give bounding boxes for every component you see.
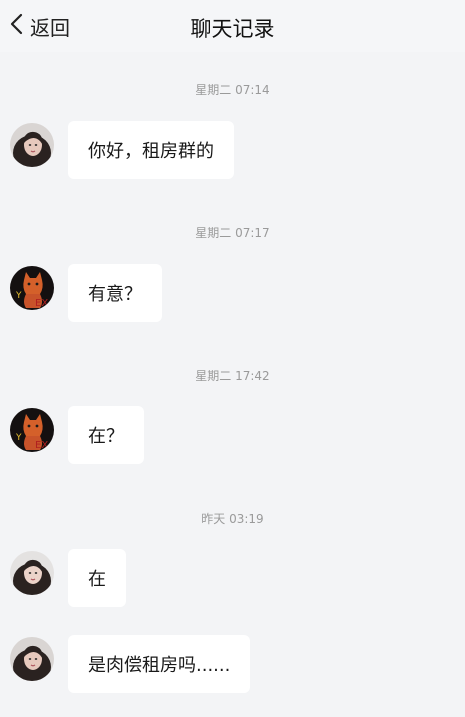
cat-avatar[interactable]: Y EX <box>10 408 54 452</box>
message-row: Y EX 在？ <box>10 406 144 464</box>
message-bubble[interactable]: 你好，租房群的 <box>68 121 234 179</box>
woman-avatar[interactable] <box>10 551 54 595</box>
svg-text:EX: EX <box>35 298 48 309</box>
message-row: Y EX 有意？ <box>10 264 162 322</box>
woman-avatar[interactable] <box>10 123 54 167</box>
timestamp: 星期二 17:42 <box>195 369 270 383</box>
message-bubble[interactable]: 是肉偿租房吗...... <box>68 635 251 693</box>
chat-history-screen: 返回 聊天记录 星期二 07:14 你好，租房群的 星期二 07:17 Y EX… <box>0 0 465 717</box>
navigation-bar: 返回 聊天记录 <box>0 0 465 52</box>
svg-text:Y: Y <box>15 433 22 443</box>
message-bubble[interactable]: 在？ <box>68 406 144 464</box>
timestamp: 星期二 07:14 <box>195 83 270 97</box>
page-title: 聊天记录 <box>190 17 275 41</box>
message-bubble[interactable]: 有意？ <box>68 264 162 322</box>
message-row: 你好，租房群的 <box>10 121 234 179</box>
timestamp: 星期二 07:17 <box>195 226 270 240</box>
timestamp: 昨天 03:19 <box>201 512 264 526</box>
woman-avatar[interactable] <box>10 637 54 681</box>
message-bubble[interactable]: 在 <box>68 549 126 607</box>
svg-text:Y: Y <box>15 291 22 301</box>
svg-text:EX: EX <box>35 440 48 451</box>
message-row: 是肉偿租房吗...... <box>10 635 251 693</box>
message-row: 在 <box>10 549 126 607</box>
cat-avatar[interactable]: Y EX <box>10 266 54 310</box>
